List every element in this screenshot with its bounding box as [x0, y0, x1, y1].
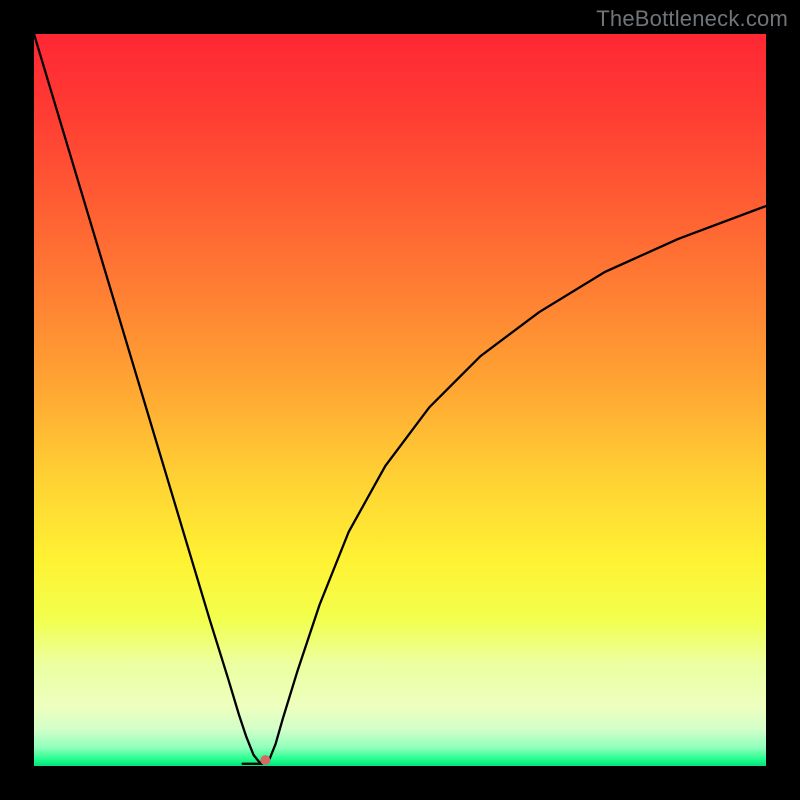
source-watermark: TheBottleneck.com [596, 6, 788, 32]
bottleneck-chart [34, 34, 766, 766]
optimal-point-marker [260, 755, 270, 765]
chart-frame [34, 34, 766, 766]
